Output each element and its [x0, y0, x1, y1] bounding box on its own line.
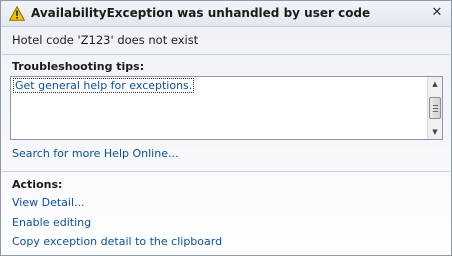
- divider: [2, 54, 450, 55]
- grip-line: [433, 111, 438, 112]
- enable-editing-link[interactable]: Enable editing: [12, 216, 91, 229]
- view-detail-link[interactable]: View Detail...: [12, 196, 85, 209]
- warning-icon: [8, 5, 26, 21]
- close-icon[interactable]: ✕: [429, 5, 445, 21]
- exception-assistant-dialog: AvailabilityException was unhandled by u…: [0, 0, 452, 256]
- grip-line: [433, 105, 438, 106]
- title-bar: AvailabilityException was unhandled by u…: [1, 1, 451, 27]
- scroll-down-arrow-icon[interactable]: ▼: [428, 125, 442, 139]
- exception-message: Hotel code 'Z123' does not exist: [12, 33, 199, 47]
- scroll-thumb[interactable]: [429, 97, 441, 119]
- actions-heading: Actions:: [12, 178, 63, 191]
- troubleshooting-tips-list[interactable]: Get general help for exceptions. ▲ ▼: [10, 76, 443, 140]
- grip-line: [433, 108, 438, 109]
- divider: [2, 171, 450, 172]
- tips-scrollbar[interactable]: ▲ ▼: [427, 77, 442, 139]
- troubleshooting-heading: Troubleshooting tips:: [12, 60, 145, 73]
- dialog-title: AvailabilityException was unhandled by u…: [31, 6, 371, 20]
- copy-exception-detail-link[interactable]: Copy exception detail to the clipboard: [12, 235, 222, 248]
- tip-link-general-help[interactable]: Get general help for exceptions.: [12, 78, 195, 93]
- scroll-up-arrow-icon[interactable]: ▲: [428, 77, 442, 91]
- search-help-online-link[interactable]: Search for more Help Online...: [12, 147, 178, 160]
